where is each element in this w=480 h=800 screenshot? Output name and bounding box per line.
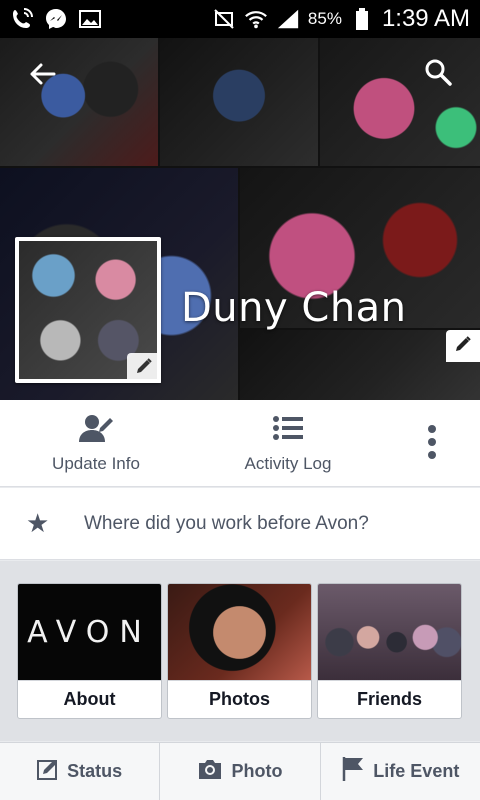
status-bar: 85% 1:39 AM xyxy=(0,0,480,38)
pencil-icon xyxy=(134,356,154,381)
list-icon xyxy=(273,412,303,444)
back-button[interactable] xyxy=(18,52,66,100)
edit-cover-button[interactable] xyxy=(446,330,480,362)
update-info-button[interactable]: Update Info xyxy=(40,400,152,487)
pencil-icon xyxy=(453,334,473,359)
update-info-label: Update Info xyxy=(52,454,140,473)
profile-actions: Update Info Activity Log xyxy=(0,400,480,487)
friends-label: Friends xyxy=(318,680,461,718)
profile-prompt[interactable]: ★ Where did you work before Avon? xyxy=(0,488,480,560)
person-edit-icon xyxy=(78,412,114,444)
flag-icon xyxy=(341,756,365,787)
profile-picture[interactable] xyxy=(15,237,161,383)
about-label: About xyxy=(18,680,161,718)
activity-log-label: Activity Log xyxy=(244,454,332,473)
status-button[interactable]: Status xyxy=(0,743,161,800)
photo-button[interactable]: Photo xyxy=(160,743,321,800)
photos-card[interactable]: Photos xyxy=(167,583,312,719)
profile-cards: AVON About Photos Friends xyxy=(0,561,480,741)
more-options-button[interactable] xyxy=(412,422,452,466)
signal-icon xyxy=(276,7,300,31)
star-icon: ★ xyxy=(26,508,50,538)
edit-profile-picture-button[interactable] xyxy=(127,353,161,383)
status-label: Status xyxy=(67,761,123,781)
photo-label: Photo xyxy=(231,761,283,781)
battery-percent: 85% xyxy=(307,9,342,28)
friends-image xyxy=(318,584,461,681)
phone-wifi-icon xyxy=(10,7,34,31)
photos-label: Photos xyxy=(168,680,311,718)
life-event-button[interactable]: Life Event xyxy=(321,743,480,800)
about-image: AVON xyxy=(18,584,161,681)
search-icon xyxy=(423,57,453,92)
battery-icon xyxy=(350,7,374,31)
life-event-label: Life Event xyxy=(373,761,460,781)
composer-bar: Status Photo Life Event xyxy=(0,742,480,800)
search-button[interactable] xyxy=(414,50,462,98)
more-vertical-icon xyxy=(427,424,437,464)
wifi-icon xyxy=(244,7,268,31)
edit-status-icon xyxy=(37,758,59,785)
clock: 1:39 AM xyxy=(381,5,470,32)
camera-icon xyxy=(197,758,223,785)
friends-card[interactable]: Friends xyxy=(317,583,462,719)
profile-name: Duny Chan xyxy=(181,285,407,331)
cover-collage-tile xyxy=(160,38,318,166)
about-card[interactable]: AVON About xyxy=(17,583,162,719)
cover-collage-tile xyxy=(240,330,480,400)
back-arrow-icon xyxy=(28,60,56,93)
image-icon xyxy=(78,7,102,31)
messenger-icon xyxy=(44,7,68,31)
photos-image xyxy=(168,584,311,681)
activity-log-button[interactable]: Activity Log xyxy=(228,400,348,487)
nfc-mute-icon xyxy=(212,7,236,31)
prompt-text: Where did you work before Avon? xyxy=(84,512,369,534)
